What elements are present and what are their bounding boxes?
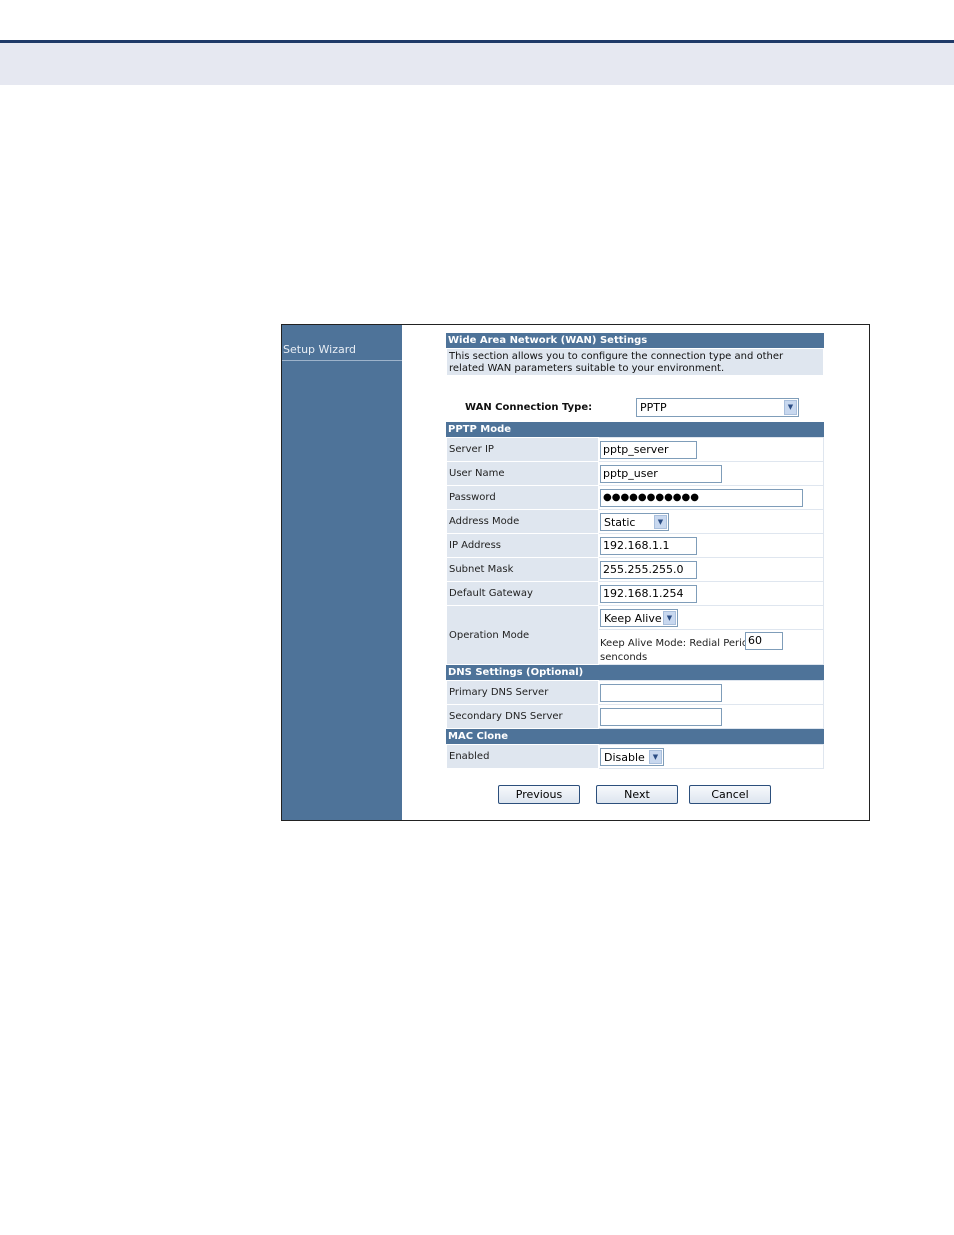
password-input[interactable]: ●●●●●●●●●●●	[600, 489, 803, 507]
sidebar-item-setup-wizard[interactable]: Setup Wizard	[282, 339, 402, 361]
operation-mode-value: Keep Alive	[604, 612, 662, 625]
address-mode-select[interactable]: Static ▼	[600, 513, 669, 531]
table-row: Default Gateway 192.168.1.254	[446, 581, 824, 606]
cancel-button[interactable]: Cancel	[689, 785, 771, 804]
wan-connection-type-label: WAN Connection Type:	[465, 402, 593, 413]
wizard-buttons: Previous Next Cancel	[446, 769, 824, 809]
wan-section-title: Wide Area Network (WAN) Settings	[446, 333, 824, 348]
dns-section-title: DNS Settings (Optional)	[446, 665, 824, 680]
table-row: Secondary DNS Server	[446, 704, 824, 729]
wan-connection-type-row: WAN Connection Type: PPTP ▼	[446, 376, 824, 422]
mac-clone-form: Enabled Disable ▼	[446, 744, 824, 769]
password-label: Password	[446, 485, 599, 510]
mac-clone-enabled-select[interactable]: Disable ▼	[600, 748, 664, 766]
table-row: Enabled Disable ▼	[446, 744, 824, 769]
user-name-input[interactable]: pptp_user	[600, 465, 722, 483]
pptp-section-title: PPTP Mode	[446, 422, 824, 437]
server-ip-input[interactable]: pptp_server	[600, 441, 697, 459]
chevron-down-icon: ▼	[649, 750, 662, 764]
table-row: IP Address 192.168.1.1	[446, 533, 824, 558]
user-name-label: User Name	[446, 461, 599, 486]
wan-connection-type-value: PPTP	[640, 401, 667, 414]
address-mode-value: Static	[604, 516, 636, 529]
mac-clone-section-title: MAC Clone	[446, 729, 824, 744]
next-button[interactable]: Next	[596, 785, 678, 804]
chevron-down-icon: ▼	[784, 400, 797, 415]
primary-dns-label: Primary DNS Server	[446, 680, 599, 705]
sidebar: Setup Wizard	[282, 325, 402, 820]
subnet-mask-label: Subnet Mask	[446, 557, 599, 582]
chevron-down-icon: ▼	[663, 611, 676, 625]
ip-address-input[interactable]: 192.168.1.1	[600, 537, 697, 555]
pptp-form: Server IP pptp_server User Name pptp_use…	[446, 437, 824, 665]
operation-mode-label: Operation Mode	[446, 605, 599, 665]
chevron-down-icon: ▼	[654, 515, 667, 529]
redial-period-unit: senconds	[600, 652, 648, 663]
router-web-ui: Setup Wizard Wide Area Network (WAN) Set…	[281, 324, 870, 821]
table-row: User Name pptp_user	[446, 461, 824, 486]
table-row: Primary DNS Server	[446, 680, 824, 705]
redial-period-group: Keep Alive Mode: Redial Period 60 sencon…	[599, 630, 823, 664]
redial-period-input[interactable]: 60	[745, 632, 783, 650]
mac-clone-enabled-label: Enabled	[446, 744, 599, 769]
table-row: Subnet Mask 255.255.255.0	[446, 557, 824, 582]
page-header-band	[0, 43, 954, 85]
table-row: Address Mode Static ▼	[446, 509, 824, 534]
dns-form: Primary DNS Server Secondary DNS Server	[446, 680, 824, 729]
ip-address-label: IP Address	[446, 533, 599, 558]
table-row: Operation Mode Keep Alive ▼	[446, 605, 824, 665]
mac-clone-enabled-value: Disable	[604, 751, 645, 764]
redial-period-label: Keep Alive Mode: Redial Period	[600, 638, 755, 649]
operation-mode-select[interactable]: Keep Alive ▼	[600, 609, 678, 627]
sidebar-item-label: Setup Wizard	[283, 343, 357, 356]
wan-settings-panel: Wide Area Network (WAN) Settings This se…	[446, 333, 824, 809]
subnet-mask-input[interactable]: 255.255.255.0	[600, 561, 697, 579]
default-gateway-label: Default Gateway	[446, 581, 599, 606]
secondary-dns-label: Secondary DNS Server	[446, 704, 599, 729]
table-row: Password ●●●●●●●●●●●	[446, 485, 824, 510]
primary-dns-input[interactable]	[600, 684, 722, 702]
default-gateway-input[interactable]: 192.168.1.254	[600, 585, 697, 603]
wan-description: This section allows you to configure the…	[446, 348, 824, 376]
table-row: Server IP pptp_server	[446, 437, 824, 462]
address-mode-label: Address Mode	[446, 509, 599, 534]
secondary-dns-input[interactable]	[600, 708, 722, 726]
server-ip-label: Server IP	[446, 437, 599, 462]
previous-button[interactable]: Previous	[498, 785, 580, 804]
wan-connection-type-select[interactable]: PPTP ▼	[636, 398, 799, 417]
